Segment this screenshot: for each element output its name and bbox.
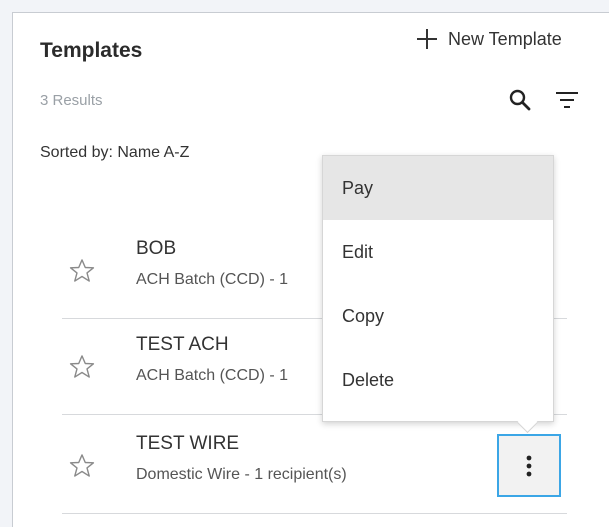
more-actions-button[interactable] bbox=[497, 434, 561, 497]
row-divider bbox=[62, 513, 567, 514]
new-template-button[interactable]: New Template bbox=[416, 28, 562, 50]
template-description: ACH Batch (CCD) - 1 bbox=[136, 271, 289, 288]
new-template-label: New Template bbox=[448, 28, 562, 49]
search-icon[interactable] bbox=[508, 88, 532, 112]
results-count: 3 Results bbox=[40, 92, 103, 109]
menu-item-copy[interactable]: Copy bbox=[323, 284, 553, 348]
template-description: ACH Batch (CCD) - 1 bbox=[136, 367, 289, 384]
menu-item-pay[interactable]: Pay bbox=[323, 156, 553, 220]
page-title: Templates bbox=[40, 39, 143, 62]
plus-icon bbox=[417, 29, 437, 49]
filter-icon[interactable] bbox=[554, 89, 580, 111]
star-outline-icon[interactable] bbox=[68, 353, 96, 381]
star-outline-icon[interactable] bbox=[68, 257, 96, 285]
actions-menu: Pay Edit Copy Delete bbox=[322, 155, 554, 434]
kebab-icon bbox=[526, 455, 532, 476]
star-outline-icon[interactable] bbox=[68, 452, 96, 480]
template-name[interactable]: BOB bbox=[136, 238, 176, 260]
template-row[interactable]: TEST WIRE Domestic Wire - 1 recipient(s) bbox=[62, 418, 567, 514]
menu-item-edit[interactable]: Edit bbox=[323, 220, 553, 284]
template-name[interactable]: TEST ACH bbox=[136, 334, 229, 356]
template-description: Domestic Wire - 1 recipient(s) bbox=[136, 466, 347, 483]
sort-label: Sorted by: Name A-Z bbox=[40, 144, 190, 161]
template-name[interactable]: TEST WIRE bbox=[136, 433, 239, 455]
menu-item-delete[interactable]: Delete bbox=[323, 348, 553, 412]
